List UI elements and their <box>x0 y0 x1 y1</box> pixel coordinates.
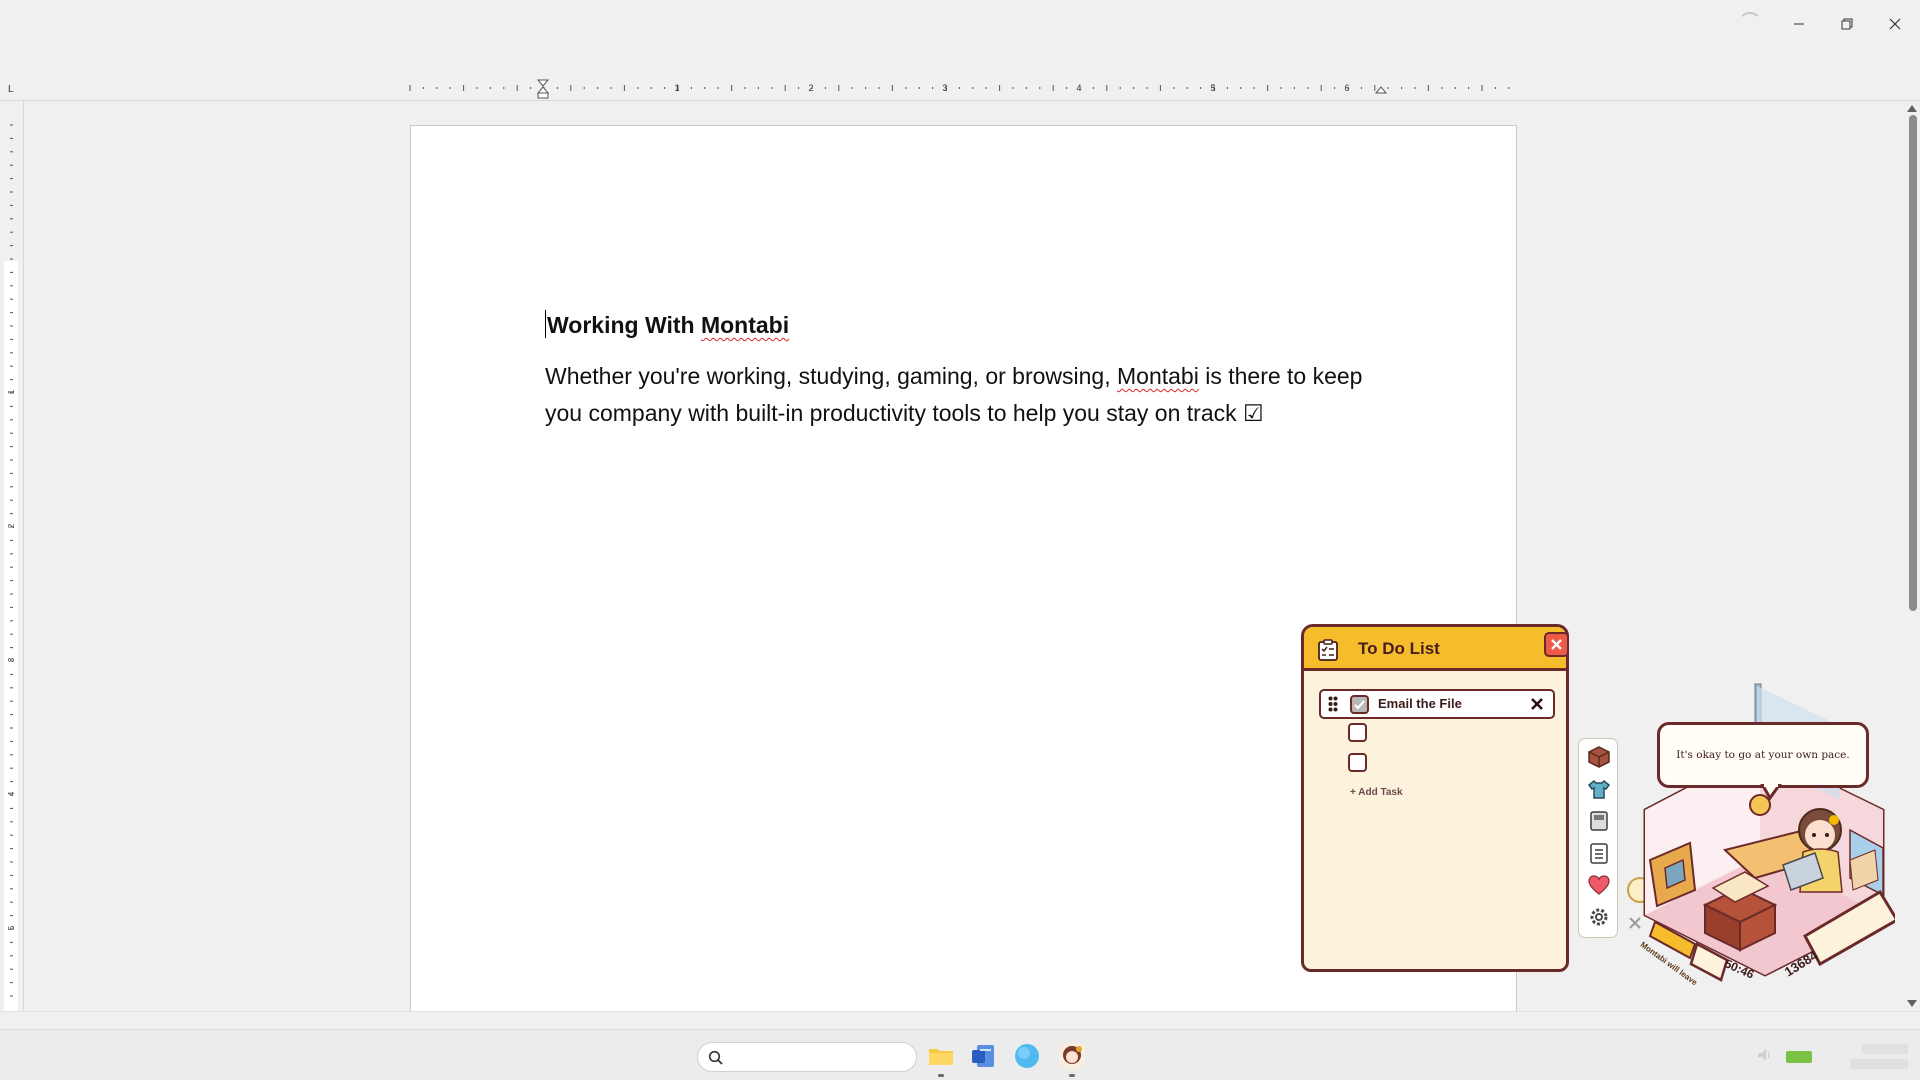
title-bar <box>0 0 1920 48</box>
ruler-number: 3 <box>942 83 947 93</box>
ruler-number: 2 <box>808 83 813 93</box>
task-label[interactable]: Email the File <box>1378 696 1462 711</box>
horizontal-ruler[interactable]: L 1 2 3 4 5 6 <box>0 77 1920 101</box>
task-checkbox[interactable] <box>1350 695 1369 714</box>
delete-task-icon[interactable] <box>1530 697 1544 711</box>
clock-date[interactable] <box>1850 1059 1908 1069</box>
word-document-icon[interactable] <box>969 1042 997 1070</box>
clipboard-icon <box>1318 639 1338 661</box>
heading-misspelled-word[interactable]: Montabi <box>701 312 789 338</box>
clock-time[interactable] <box>1862 1044 1908 1054</box>
ruler-number: 1 <box>674 83 679 93</box>
task-checkbox[interactable] <box>1348 753 1367 772</box>
vertical-ruler: 1 2 3 4 5 <box>0 101 24 1011</box>
speech-text: It's okay to go at your own pace. <box>1676 749 1850 761</box>
minimize-icon <box>1794 23 1804 25</box>
speech-bubble-tail <box>1760 784 1782 800</box>
ruler-scale: L 1 2 3 4 5 6 <box>8 79 1510 99</box>
todo-header[interactable]: To Do List <box>1304 627 1566 671</box>
close-icon <box>1551 639 1562 650</box>
active-app-indicator <box>938 1074 944 1077</box>
restore-button[interactable] <box>1831 8 1863 40</box>
tab-stop-selector-icon[interactable]: L <box>8 84 14 95</box>
box-icon[interactable] <box>1587 745 1611 769</box>
montabi-app-icon[interactable] <box>1058 1042 1086 1070</box>
loading-spinner-icon <box>1738 12 1762 36</box>
folder-icon[interactable] <box>927 1042 955 1070</box>
todo-title: To Do List <box>1358 639 1440 658</box>
speech-bubble: It's okay to go at your own pace. <box>1657 722 1869 788</box>
todo-list-widget[interactable]: To Do List Email the File + Add Task <box>1301 624 1569 972</box>
volume-icon[interactable] <box>1756 1047 1772 1063</box>
document-work-area: Working With Montabi Whether you're work… <box>25 102 1905 1011</box>
close-window-button[interactable] <box>1879 8 1911 40</box>
scroll-up-arrow-icon[interactable] <box>1907 105 1917 112</box>
minimize-button[interactable] <box>1783 8 1815 40</box>
ruler-number: 5 <box>1210 83 1215 93</box>
heading-prefix: Working With <box>547 312 701 338</box>
ruler-number: 2 <box>7 523 16 528</box>
text-caret <box>545 310 546 338</box>
gear-icon[interactable] <box>1587 905 1611 929</box>
ruler-number: 4 <box>7 791 16 796</box>
notebook-icon[interactable] <box>1587 809 1611 833</box>
ruler-number: 3 <box>7 657 16 662</box>
heart-icon[interactable] <box>1587 873 1611 897</box>
document-paragraph[interactable]: Whether you're working, studying, gaming… <box>545 358 1405 432</box>
close-icon <box>1889 18 1901 30</box>
search-icon <box>708 1050 723 1065</box>
indent-marker-icon[interactable] <box>536 79 550 99</box>
task-checkbox[interactable] <box>1348 723 1367 742</box>
task-row[interactable]: Email the File <box>1319 689 1555 719</box>
ruler-number: 4 <box>1076 83 1081 93</box>
scroll-down-arrow-icon[interactable] <box>1907 1000 1917 1007</box>
paragraph-text-start: Whether you're working, studying, gaming… <box>545 363 1117 389</box>
task-row[interactable] <box>1319 719 1555 749</box>
circle-app-icon[interactable] <box>1013 1042 1041 1070</box>
taskbar-search[interactable] <box>697 1042 917 1072</box>
add-task-button[interactable]: + Add Task <box>1350 787 1403 798</box>
scrollbar-thumb[interactable] <box>1909 115 1917 611</box>
vertical-ruler-scale: 1 2 3 4 5 <box>4 124 18 1011</box>
restore-icon <box>1841 18 1853 30</box>
drag-handle-icon[interactable] <box>1328 696 1338 712</box>
battery-icon[interactable] <box>1786 1051 1812 1063</box>
document-heading[interactable]: Working With Montabi <box>545 310 789 339</box>
right-indent-marker-icon[interactable] <box>1374 86 1388 94</box>
active-app-indicator <box>1069 1074 1075 1077</box>
shirt-icon[interactable] <box>1587 777 1611 801</box>
ruler-number: 6 <box>1344 83 1349 93</box>
montabi-sidebar <box>1578 738 1618 938</box>
taskbar <box>0 1029 1920 1080</box>
checklist-icon[interactable] <box>1587 841 1611 865</box>
status-bar <box>0 1011 1920 1029</box>
ruler-number: 5 <box>7 925 16 930</box>
task-row[interactable] <box>1319 749 1555 779</box>
paragraph-misspelled-word[interactable]: Montabi <box>1117 363 1199 389</box>
ruler-number: 1 <box>7 389 16 394</box>
checkmark-icon <box>1354 700 1365 710</box>
vertical-scrollbar[interactable] <box>1905 101 1920 1011</box>
close-todo-button[interactable] <box>1544 632 1569 657</box>
